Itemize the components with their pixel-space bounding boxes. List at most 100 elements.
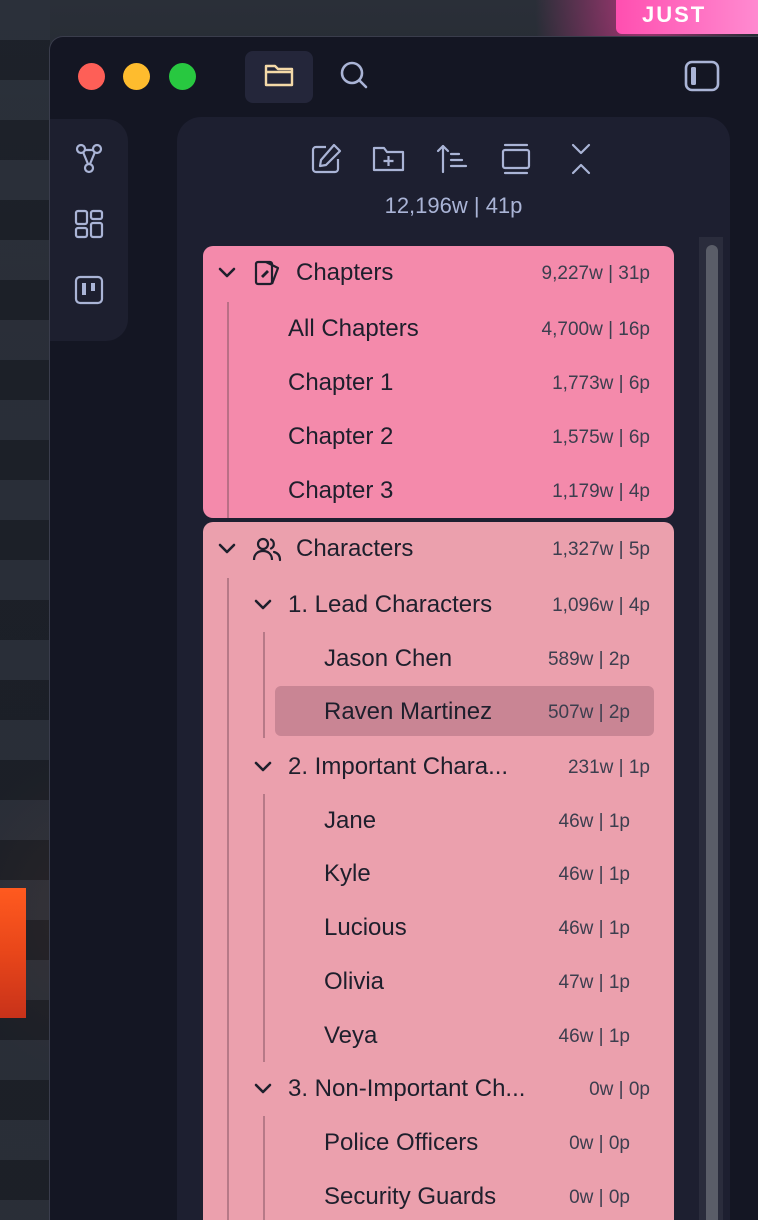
word-count: 46w | 1p bbox=[558, 811, 630, 832]
chevron-down-icon[interactable] bbox=[215, 536, 239, 560]
new-folder-button[interactable] bbox=[369, 141, 409, 181]
word-count: 231w | 1p bbox=[567, 757, 650, 778]
word-count: 507w | 2p bbox=[547, 702, 630, 723]
file-row[interactable]: Chapter 3 1,179w | 4p bbox=[203, 466, 674, 514]
word-count: 1,327w | 5p bbox=[552, 539, 650, 560]
app-window: 12,196w | 41p Chapters 9,227w | 31p All … bbox=[49, 36, 758, 1220]
folder-row-chapters[interactable]: Chapters 9,227w | 31p bbox=[203, 248, 674, 296]
chevron-down-icon[interactable] bbox=[251, 592, 275, 616]
file-row[interactable]: Kyle 46w | 1p bbox=[203, 849, 674, 897]
folder-label: 1. Lead Characters bbox=[288, 591, 493, 618]
file-label: All Chapters bbox=[288, 315, 419, 342]
folder-row-characters[interactable]: Characters 1,327w | 5p bbox=[203, 524, 674, 572]
word-count: 46w | 1p bbox=[558, 918, 630, 939]
file-label: Police Officers bbox=[324, 1129, 479, 1156]
graph-view-button[interactable] bbox=[72, 143, 106, 177]
users-icon bbox=[252, 537, 282, 562]
word-count: 9,227w | 31p bbox=[541, 263, 650, 284]
file-label: Security Guards bbox=[324, 1183, 497, 1210]
file-row[interactable]: Police Officers 0w | 0p bbox=[203, 1118, 674, 1166]
file-row[interactable]: Veya 46w | 1p bbox=[203, 1011, 674, 1059]
graph-icon bbox=[73, 142, 105, 179]
chevron-down-icon[interactable] bbox=[251, 754, 275, 778]
background-sign-text: JUST bbox=[642, 2, 707, 27]
file-label: Chapter 3 bbox=[288, 477, 394, 504]
collapse-all-button[interactable] bbox=[561, 141, 601, 181]
maximize-window-button[interactable] bbox=[169, 63, 196, 90]
kanban-button[interactable] bbox=[72, 275, 106, 309]
dashboard-button[interactable] bbox=[72, 209, 106, 243]
new-note-button[interactable] bbox=[306, 141, 346, 181]
chevron-down-icon[interactable] bbox=[251, 1076, 275, 1100]
file-label: Lucious bbox=[324, 914, 407, 941]
background-neon-sign bbox=[0, 888, 26, 1018]
word-count: 1,179w | 4p bbox=[552, 481, 650, 502]
file-explorer-panel: 12,196w | 41p Chapters 9,227w | 31p All … bbox=[177, 117, 730, 1220]
sidebar-toggle-icon bbox=[684, 60, 720, 97]
ribbon bbox=[50, 119, 128, 341]
new-folder-icon bbox=[371, 143, 407, 180]
folder-row-lead-characters[interactable]: 1. Lead Characters 1,096w | 4p bbox=[203, 580, 674, 628]
scrollbar-thumb[interactable] bbox=[706, 245, 718, 1220]
file-label: Kyle bbox=[324, 860, 371, 887]
file-row-selected[interactable]: Raven Martinez 507w | 2p bbox=[203, 687, 674, 735]
vault-word-count: 12,196w | 41p bbox=[384, 193, 523, 218]
book-icon bbox=[254, 260, 280, 286]
file-label: Jason Chen bbox=[324, 645, 453, 672]
folder-icon bbox=[263, 61, 295, 94]
file-row[interactable]: Lucious 46w | 1p bbox=[203, 903, 674, 951]
file-label: Veya bbox=[324, 1022, 378, 1049]
sort-icon bbox=[435, 142, 469, 181]
file-row[interactable]: Chapter 2 1,575w | 6p bbox=[203, 412, 674, 460]
chapters-folder-group: Chapters 9,227w | 31p All Chapters 4,700… bbox=[203, 246, 674, 518]
characters-folder-group: Characters 1,327w | 5p 1. Lead Character… bbox=[203, 522, 674, 1220]
chevron-down-icon[interactable] bbox=[215, 260, 239, 284]
word-count: 1,773w | 6p bbox=[552, 373, 650, 394]
dashboard-icon bbox=[73, 208, 105, 245]
new-note-icon bbox=[309, 142, 343, 181]
folder-row-important-characters[interactable]: 2. Important Chara... 231w | 1p bbox=[203, 742, 674, 790]
minimize-window-button[interactable] bbox=[123, 63, 150, 90]
file-label: Raven Martinez bbox=[324, 698, 493, 725]
file-explorer-tab[interactable] bbox=[245, 51, 313, 103]
folder-row-non-important-characters[interactable]: 3. Non-Important Ch... 0w | 0p bbox=[203, 1064, 674, 1112]
word-count: 46w | 1p bbox=[558, 864, 630, 885]
folder-label: 2. Important Chara... bbox=[288, 753, 509, 780]
file-row[interactable]: Jason Chen 589w | 2p bbox=[203, 634, 674, 682]
titlebar bbox=[50, 37, 758, 117]
word-count: 46w | 1p bbox=[558, 1026, 630, 1047]
scrollbar-track[interactable] bbox=[699, 237, 723, 1220]
folder-label: 3. Non-Important Ch... bbox=[288, 1075, 526, 1102]
word-count: 589w | 2p bbox=[547, 649, 630, 670]
close-window-button[interactable] bbox=[78, 63, 105, 90]
folder-label: Chapters bbox=[296, 259, 394, 286]
explorer-toolbar bbox=[177, 141, 730, 185]
word-count: 0w | 0p bbox=[569, 1133, 630, 1154]
word-count: 1,575w | 6p bbox=[552, 427, 650, 448]
search-icon bbox=[338, 59, 370, 96]
collapse-view-icon bbox=[499, 142, 533, 181]
background-building bbox=[0, 0, 50, 1220]
file-label: Jane bbox=[324, 807, 377, 834]
collapse-view-button[interactable] bbox=[496, 141, 536, 181]
file-row[interactable]: All Chapters 4,700w | 16p bbox=[203, 304, 674, 352]
search-tab[interactable] bbox=[328, 51, 380, 103]
toggle-sidebar-button[interactable] bbox=[678, 55, 726, 101]
word-count: 47w | 1p bbox=[558, 972, 630, 993]
word-count: 0w | 0p bbox=[569, 1187, 630, 1208]
file-row[interactable]: Security Guards 0w | 0p bbox=[203, 1172, 674, 1220]
sort-button[interactable] bbox=[432, 141, 472, 181]
word-count: 4,700w | 16p bbox=[541, 319, 650, 340]
file-label: Chapter 2 bbox=[288, 423, 394, 450]
file-row[interactable]: Chapter 1 1,773w | 6p bbox=[203, 358, 674, 406]
folder-label: Characters bbox=[296, 535, 414, 562]
word-count: 1,096w | 4p bbox=[552, 595, 650, 616]
file-row[interactable]: Jane 46w | 1p bbox=[203, 796, 674, 844]
word-count: 0w | 0p bbox=[589, 1079, 650, 1100]
kanban-icon bbox=[73, 274, 105, 311]
collapse-all-icon bbox=[566, 142, 596, 181]
file-row[interactable]: Olivia 47w | 1p bbox=[203, 957, 674, 1005]
background-sign: JUST bbox=[616, 0, 758, 34]
file-label: Olivia bbox=[324, 968, 385, 995]
file-label: Chapter 1 bbox=[288, 369, 394, 396]
